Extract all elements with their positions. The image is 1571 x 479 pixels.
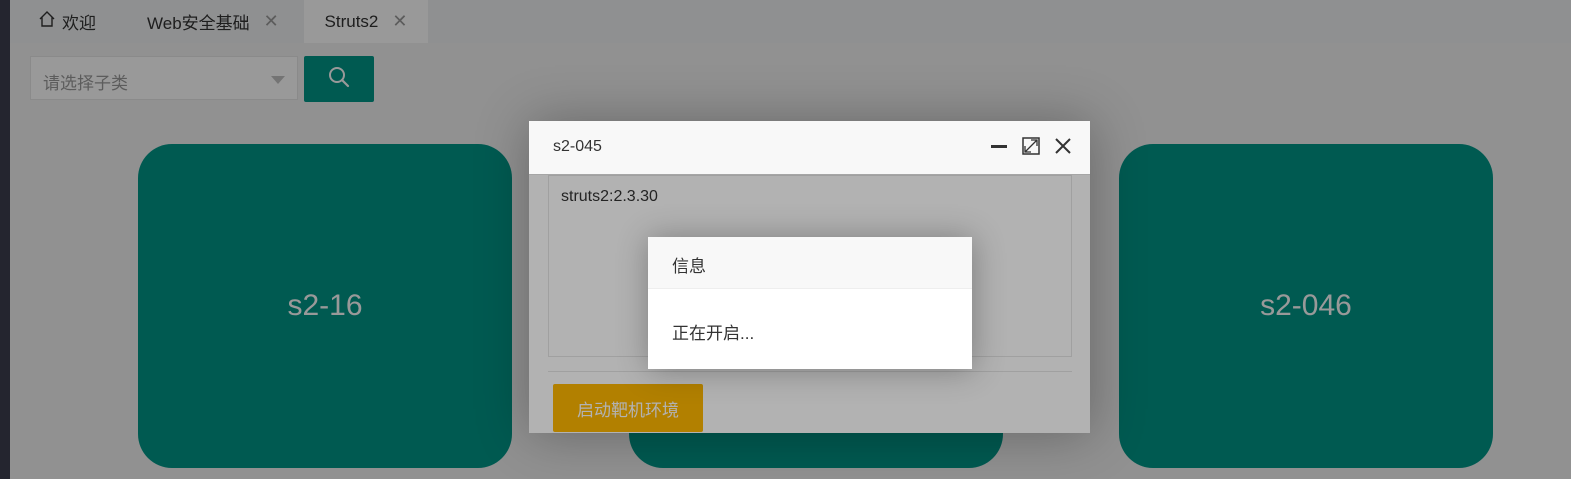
message-title: 信息 — [672, 257, 706, 276]
maximize-icon[interactable] — [1022, 137, 1040, 160]
close-icon[interactable] — [1054, 137, 1072, 160]
message-text: 正在开启... — [672, 324, 755, 343]
dialog-title: s2-045 — [553, 138, 602, 155]
message-dialog: 信息 正在开启... — [648, 237, 972, 369]
dialog-header: s2-045 — [529, 121, 1090, 175]
minimize-icon[interactable] — [990, 137, 1008, 160]
message-header: 信息 — [648, 237, 972, 289]
